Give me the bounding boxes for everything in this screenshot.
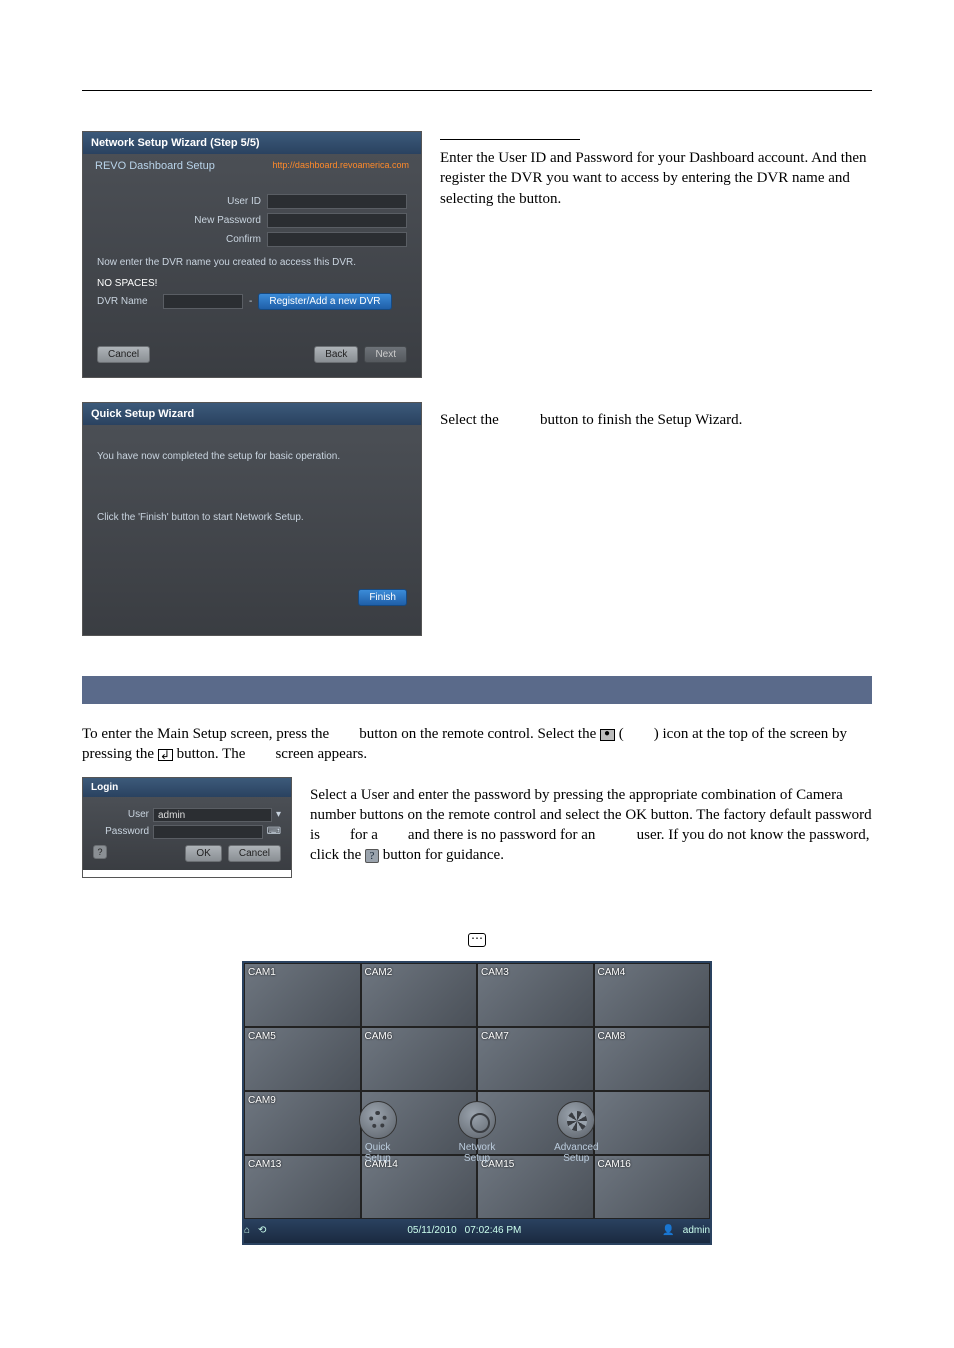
text-c: ( — [619, 726, 624, 742]
camera-label: CAM7 — [481, 1031, 509, 1042]
finish-text-b: button to finish the Setup Wizard. — [540, 412, 742, 428]
login-text-e: button for guidance. — [383, 847, 504, 863]
camera-label: CAM3 — [481, 967, 509, 978]
text-e: button. The — [177, 746, 246, 762]
camera-cell[interactable]: CAM3 — [477, 963, 594, 1027]
keyboard-icon — [468, 933, 486, 947]
login-password-label: Password — [93, 826, 149, 837]
login-ok-button[interactable]: OK — [185, 845, 221, 862]
click-finish-text: Click the 'Finish' button to start Netwo… — [97, 512, 407, 523]
enter-icon — [158, 749, 173, 761]
short-rule — [440, 139, 580, 140]
advanced-setup-label: Advanced Setup — [538, 1142, 614, 1164]
register-dvr-button[interactable]: Register/Add a new DVR — [258, 293, 391, 310]
camera-label: CAM5 — [248, 1031, 276, 1042]
dvr-live-view: CAM1 CAM2 CAM3 CAM4 CAM5 CAM6 CAM7 CAM8 CAM9 CAM1… — [242, 961, 712, 1245]
text-b: button on the remote control. Select the — [359, 726, 596, 742]
login-dialog: Login User admin ▾ Password ⌨ ? OK Cance… — [82, 777, 292, 878]
user-id-label: User ID — [175, 196, 261, 207]
dvr-status-bar: ⌂ ⟲ 05/11/2010 07:02:46 PM 👤 admin — [244, 1219, 710, 1243]
dvr-name-note-1: Now enter the DVR name you created to ac… — [97, 257, 407, 268]
main-setup-paragraph: To enter the Main Setup screen, press th… — [82, 724, 872, 765]
section-bar — [82, 676, 872, 704]
help-icon[interactable]: ? — [93, 845, 107, 859]
dvr-name-note-2: NO SPACES! — [97, 278, 407, 289]
camera-cell[interactable]: CAM1 — [244, 963, 361, 1027]
confirm-label: Confirm — [175, 234, 261, 245]
network-setup-wizard-step5-panel: Network Setup Wizard (Step 5/5) REVO Das… — [82, 131, 422, 378]
back-button[interactable]: Back — [314, 346, 358, 363]
camera-label: CAM13 — [248, 1159, 281, 1170]
login-user-field[interactable]: admin — [153, 808, 272, 822]
status-date: 05/11/2010 — [407, 1225, 456, 1236]
new-password-input[interactable] — [267, 213, 407, 228]
new-password-label: New Password — [175, 215, 261, 226]
login-cancel-button[interactable]: Cancel — [228, 845, 281, 862]
camera-label: CAM2 — [365, 967, 393, 978]
camera-label: CAM6 — [365, 1031, 393, 1042]
login-text-b: for a — [350, 827, 378, 843]
next-button[interactable]: Next — [364, 346, 407, 363]
question-icon: ? — [365, 849, 379, 863]
setup-overlay: Quick Setup Network Setup Advanced Setup — [328, 1063, 626, 1203]
refresh-icon[interactable]: ⟲ — [258, 1225, 266, 1236]
finish-button[interactable]: Finish — [358, 589, 407, 606]
user-id-input[interactable] — [267, 194, 407, 209]
login-password-field[interactable] — [153, 825, 263, 839]
text-f: screen appears. — [275, 746, 367, 762]
dashboard-setup-label: REVO Dashboard Setup — [95, 160, 215, 172]
user-icon: 👤 — [662, 1225, 674, 1236]
dvr-name-label: DVR Name — [97, 296, 157, 307]
completed-text: You have now completed the setup for bas… — [97, 451, 407, 462]
login-paragraph: Select a User and enter the password by … — [310, 785, 872, 866]
finish-text-a: Select the — [440, 412, 499, 428]
login-text-c: and there is no password for an — [408, 827, 595, 843]
status-time: 07:02:46 PM — [465, 1225, 522, 1236]
panel-title: Quick Setup Wizard — [83, 403, 421, 425]
page-divider — [82, 90, 872, 91]
text-a: To enter the Main Setup screen, press th… — [82, 726, 329, 742]
camera-label: CAM4 — [598, 967, 626, 978]
advanced-setup-icon[interactable]: Advanced Setup — [538, 1101, 614, 1164]
quick-setup-icon[interactable]: Quick Setup — [340, 1101, 416, 1164]
panel-title: Network Setup Wizard (Step 5/5) — [83, 132, 421, 154]
network-setup-icon[interactable]: Network Setup — [439, 1101, 515, 1164]
home-icon[interactable]: ⌂ — [244, 1225, 250, 1236]
camera-label: CAM9 — [248, 1095, 276, 1106]
status-user: admin — [683, 1225, 710, 1236]
camera-label: CAM8 — [598, 1031, 626, 1042]
camera-cell[interactable]: CAM4 — [594, 963, 711, 1027]
dvr-name-input[interactable] — [163, 294, 243, 309]
finish-description: Select the button to finish the Setup Wi… — [440, 410, 872, 430]
quick-setup-wizard-panel: Quick Setup Wizard You have now complete… — [82, 402, 422, 636]
setup-icon — [600, 729, 615, 741]
confirm-input[interactable] — [267, 232, 407, 247]
camera-label: CAM1 — [248, 967, 276, 978]
dashboard-link[interactable]: http://dashboard.revoamerica.com — [272, 160, 409, 170]
cancel-button[interactable]: Cancel — [97, 346, 150, 363]
network-setup-label: Network Setup — [439, 1142, 515, 1164]
login-title: Login — [83, 778, 291, 797]
camera-cell[interactable]: CAM2 — [361, 963, 478, 1027]
step5-description: Enter the User ID and Password for your … — [440, 148, 872, 209]
quick-setup-label: Quick Setup — [340, 1142, 416, 1164]
login-user-label: User — [93, 809, 149, 820]
